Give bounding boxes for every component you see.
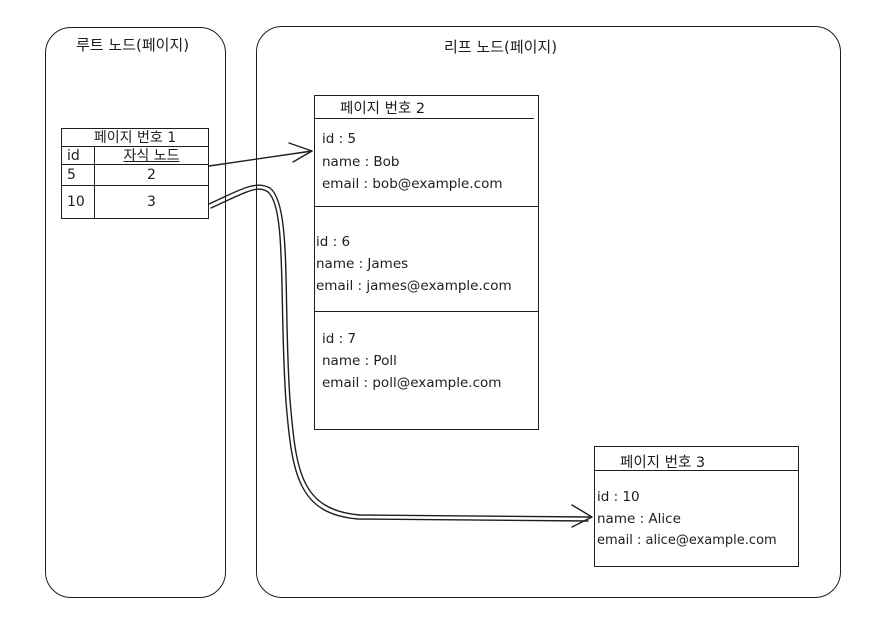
record-email: email : james@example.com [316, 278, 512, 294]
header-child-label: 자식 노드 [123, 148, 180, 164]
header-child-node: 자식 노드 [95, 147, 208, 164]
record-name: name : James [316, 256, 409, 272]
page-2-title: 페이지 번호 2 [340, 101, 426, 117]
row-id: 5 [62, 165, 95, 185]
record-id: id : 5 [322, 131, 357, 147]
page-3-title: 페이지 번호 3 [620, 455, 706, 471]
record-name: name : Poll [322, 353, 397, 369]
root-node-container [45, 27, 226, 598]
record-id: id : 10 [597, 489, 640, 505]
root-page-title: 페이지 번호 1 [62, 129, 208, 147]
record-id: id : 7 [322, 331, 357, 347]
header-id: id [62, 147, 95, 164]
row-id: 10 [62, 186, 95, 219]
leaf-node-title: 리프 노드(페이지) [444, 38, 558, 56]
record-email: email : bob@example.com [322, 176, 503, 192]
table-row: 5 2 [62, 165, 208, 186]
row-child: 2 [147, 167, 156, 183]
root-page-header-row: id 자식 노드 [62, 147, 208, 165]
row-child: 3 [147, 194, 156, 210]
record-email: email : alice@example.com [597, 533, 777, 548]
root-node-title: 루트 노드(페이지) [76, 36, 190, 54]
record-email: email : poll@example.com [322, 375, 502, 391]
record-id: id : 6 [316, 234, 351, 250]
table-row: 10 3 [62, 186, 208, 219]
record-name: name : Alice [597, 511, 681, 527]
record-name: name : Bob [322, 154, 400, 170]
root-page-table: 페이지 번호 1 id 자식 노드 5 2 10 3 [61, 128, 209, 219]
